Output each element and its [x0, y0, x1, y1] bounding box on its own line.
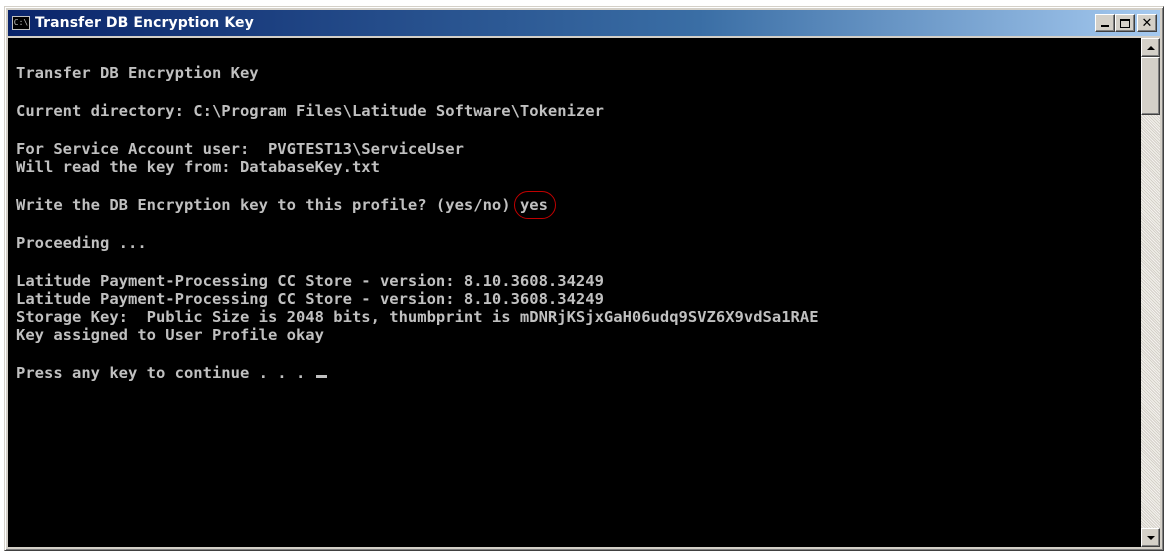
console-line: Latitude Payment-Processing CC Store - v…	[16, 290, 604, 308]
vertical-scrollbar[interactable]	[1141, 38, 1160, 547]
arrow-down-icon	[1146, 535, 1155, 540]
console-icon-text: C:\	[13, 18, 29, 27]
console-window: C:\ Transfer DB Encryption Key ✕ Transfe…	[4, 6, 1164, 551]
console-continue-line: Press any key to continue . . .	[16, 364, 1141, 382]
scroll-up-button[interactable]	[1141, 38, 1160, 57]
highlight-circle	[513, 191, 556, 219]
console-continue-prompt: Press any key to continue . . .	[16, 364, 315, 382]
window-title: Transfer DB Encryption Key	[35, 15, 254, 31]
console-output[interactable]: Transfer DB Encryption Key Current direc…	[8, 38, 1141, 547]
scroll-down-button[interactable]	[1141, 528, 1160, 547]
window-controls: ✕	[1095, 14, 1157, 32]
minimize-icon	[1101, 25, 1109, 27]
close-button[interactable]: ✕	[1137, 14, 1157, 32]
arrow-up-icon	[1146, 45, 1155, 50]
console-prompt-line: Write the DB Encryption key to this prof…	[16, 191, 1141, 219]
console-prompt: Write the DB Encryption key to this prof…	[16, 196, 511, 214]
maximize-icon	[1120, 18, 1130, 28]
console-icon[interactable]: C:\	[12, 16, 30, 30]
console-line: Latitude Payment-Processing CC Store - v…	[16, 272, 604, 290]
console-line: For Service Account user: PVGTEST13\Serv…	[16, 140, 464, 158]
console-line: Proceeding ...	[16, 234, 147, 252]
console-line: Will read the key from: DatabaseKey.txt	[16, 158, 380, 176]
text-cursor	[315, 375, 327, 378]
maximize-button[interactable]	[1115, 14, 1135, 32]
title-bar[interactable]: C:\ Transfer DB Encryption Key ✕	[8, 10, 1160, 36]
console-line: Storage Key: Public Size is 2048 bits, t…	[16, 308, 819, 326]
minimize-button[interactable]	[1095, 14, 1115, 32]
console-line: Key assigned to User Profile okay	[16, 326, 324, 344]
answer-highlight: yes	[513, 191, 556, 219]
console-line: Transfer DB Encryption Key	[16, 64, 259, 82]
close-icon: ✕	[1141, 15, 1153, 31]
console-line: Current directory: C:\Program Files\Lati…	[16, 102, 604, 120]
scrollbar-thumb[interactable]	[1141, 57, 1160, 115]
